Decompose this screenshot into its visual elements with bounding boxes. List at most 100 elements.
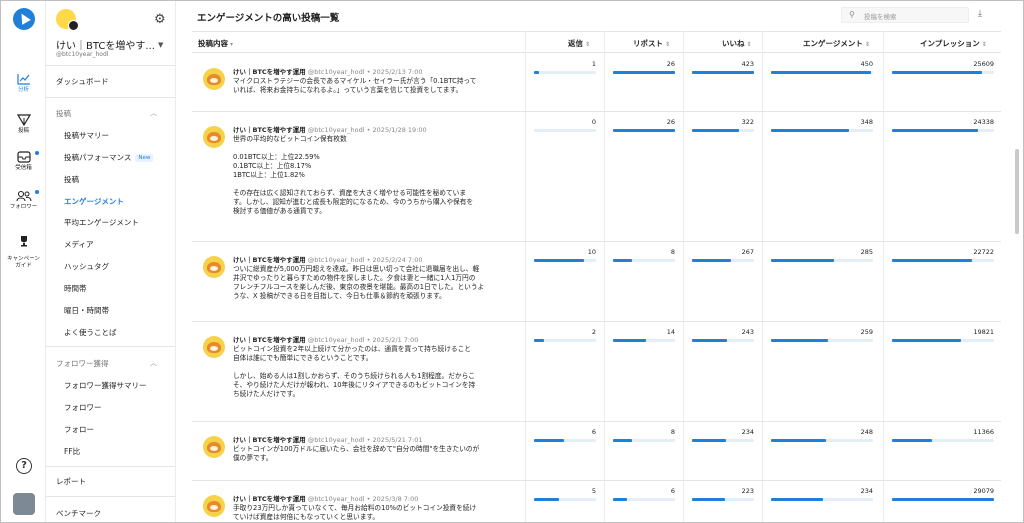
sidebar-item-benchmark[interactable]: ベンチマーク [56, 508, 101, 519]
metric-bar-repost [613, 71, 675, 74]
metric-bar-fill [613, 71, 675, 74]
column-header-engagement[interactable]: エンゲージメント ⇕ [803, 38, 870, 49]
metric-bar-repost [613, 259, 675, 262]
metric-bar-fill [892, 339, 962, 342]
metric-bar-repost [613, 439, 675, 442]
author-handle: @btc10year_hodl [307, 336, 365, 344]
sidebar-item-ff-ratio[interactable]: FF比 [64, 446, 80, 457]
sidebar-section-followers[interactable]: フォロワー獲得 [56, 358, 109, 369]
sort-icon: ⇕ [746, 41, 752, 48]
metric-bar-repost [613, 339, 675, 342]
sidebar-item-weekday-time[interactable]: 曜日・時間帯 [64, 305, 109, 316]
metric-repost: 8 [670, 248, 675, 256]
table-row[interactable]: けい｜BTCを増やす運用 @btc10year_hodl • 2025/1/28… [192, 112, 1001, 242]
column-header-label: エンゲージメント [803, 39, 863, 48]
column-header-reply[interactable]: 返信 ⇕ [568, 38, 590, 49]
post-meta: けい｜BTCを増やす運用 @btc10year_hodl • 2025/2/13… [233, 66, 423, 76]
metric-like: 243 [741, 328, 754, 336]
metric-bar-like [692, 339, 754, 342]
column-header-impression[interactable]: インプレッション ⇕ [920, 38, 987, 49]
metric-like: 267 [741, 248, 754, 256]
sidebar-item-time[interactable]: 時間帯 [64, 283, 87, 294]
rail-item-posts[interactable]: 投稿 [1, 114, 46, 135]
account-dropdown-icon[interactable]: ▼ [158, 41, 163, 49]
rail-item-campaign[interactable]: キャンペーン ガイド [1, 228, 46, 270]
chart-line-icon [16, 74, 30, 85]
rail-item-followers[interactable]: フォロワー [1, 190, 46, 211]
sidebar-item-report[interactable]: レポート [56, 476, 86, 487]
metric-engagement: 234 [860, 487, 873, 495]
column-header-label: 返信 [568, 39, 583, 48]
author-handle: @btc10year_hodl [307, 495, 365, 503]
gear-icon[interactable]: ⚙ [154, 12, 166, 27]
metric-bar-impression [892, 498, 994, 501]
inbox-icon [16, 151, 31, 163]
table-row[interactable]: けい｜BTCを増やす運用 @btc10year_hodl • 2025/2/13… [192, 54, 1001, 112]
metric-bar-like [692, 439, 754, 442]
author-name: けい｜BTCを増やす運用 [233, 336, 306, 344]
table-row[interactable]: けい｜BTCを増やす運用 @btc10year_hodl • 2025/2/24… [192, 242, 1001, 322]
metric-bar-impression [892, 339, 994, 342]
metric-engagement: 348 [860, 118, 873, 126]
table-row[interactable]: けい｜BTCを増やす運用 @btc10year_hodl • 2025/5/21… [192, 422, 1001, 481]
sidebar-item-hashtag[interactable]: ハッシュタグ [64, 261, 109, 272]
divider [46, 346, 175, 347]
sidebar-item-post-performance[interactable]: 投稿パフォーマンス New [64, 152, 154, 163]
download-icon[interactable]: ⤓ [978, 9, 982, 19]
metric-bar-like [692, 129, 754, 132]
chevron-up-icon[interactable]: ︿ [150, 358, 157, 368]
metric-engagement: 259 [860, 328, 873, 336]
metric-bar-fill [534, 339, 544, 342]
metric-bar-fill [892, 439, 932, 442]
metric-bar-engagement [771, 339, 873, 342]
column-header-like[interactable]: いいね ⇕ [722, 38, 752, 49]
metric-reply: 2 [591, 328, 596, 336]
help-icon[interactable]: ? [16, 458, 32, 474]
author-avatar [203, 436, 225, 458]
post-date: 2025/2/24 7:00 [372, 256, 423, 264]
sidebar-item-follower-summary[interactable]: フォロワー獲得サマリー [64, 380, 147, 391]
metric-bar-fill [692, 339, 728, 342]
sidebar-item-frequent-words[interactable]: よく使うことば [64, 327, 117, 338]
search-icon: ⚲ [849, 10, 855, 19]
account-avatar[interactable] [56, 9, 79, 31]
sidebar-item-posts[interactable]: 投稿 [64, 174, 79, 185]
divider [46, 496, 175, 497]
sidebar-section-posts[interactable]: 投稿 [56, 108, 71, 119]
sidebar-item-followers[interactable]: フォロワー [64, 402, 102, 413]
post-text: ビットコインが100万ドルに届いたら、会社を辞めて"自分の時間"を生きたいのが … [233, 445, 480, 462]
icon-rail: 分析 投稿 受信箱 フォロワー キャンペーン ガイド ? [1, 1, 46, 522]
account-name[interactable]: けい｜BTCを増やす... [56, 37, 155, 52]
table-row[interactable]: けい｜BTCを増やす運用 @btc10year_hodl • 2025/2/1 … [192, 322, 1001, 422]
page-title: エンゲージメントの高い投稿一覧 [197, 13, 340, 24]
separator: • [364, 256, 373, 264]
sidebar-item-post-summary[interactable]: 投稿サマリー [64, 130, 109, 141]
author-handle: @btc10year_hodl [307, 256, 365, 264]
table-row[interactable]: けい｜BTCを増やす運用 @btc10year_hodl • 2025/3/8 … [192, 481, 1001, 523]
chevron-up-icon[interactable]: ︿ [150, 108, 157, 118]
rail-item-analytics[interactable]: 分析 [1, 73, 46, 94]
metric-impression: 22722 [973, 248, 994, 256]
send-icon [16, 114, 31, 126]
main-scrollbar[interactable] [1015, 149, 1019, 234]
author-name: けい｜BTCを増やす運用 [233, 68, 306, 76]
sidebar-item-dashboard[interactable]: ダッシュボード [56, 76, 109, 87]
metric-bar-reply [534, 129, 596, 132]
column-header-content[interactable]: 投稿内容 ▾ [198, 38, 233, 49]
column-header-repost[interactable]: リポスト ⇕ [633, 38, 670, 49]
metric-bar-fill [613, 439, 633, 442]
metric-reply: 0 [591, 118, 596, 126]
search-input[interactable]: 投稿を検索 [841, 7, 969, 23]
metric-bar-reply [534, 339, 596, 342]
rail-item-inbox[interactable]: 受信箱 [1, 151, 46, 172]
sidebar-item-following[interactable]: フォロー [64, 424, 94, 435]
sidebar-item-media[interactable]: メディア [64, 239, 93, 250]
post-text: 手取り23万円しか貰っていなくて、毎月お給料の10%のビットコイン投資を続け て… [233, 504, 477, 521]
post-text: ついに総資産が5,000万円超えを達成。昨日は思い切って会社に退職届を出し、軽 … [233, 265, 485, 300]
rail-label: フォロワー [9, 204, 38, 210]
user-avatar[interactable] [13, 493, 35, 515]
metric-impression: 24338 [973, 118, 994, 126]
app-logo-icon[interactable] [13, 8, 35, 30]
sidebar-item-engagement[interactable]: エンゲージメント [64, 196, 124, 207]
sidebar-item-avg-engagement[interactable]: 平均エンゲージメント [64, 217, 139, 228]
